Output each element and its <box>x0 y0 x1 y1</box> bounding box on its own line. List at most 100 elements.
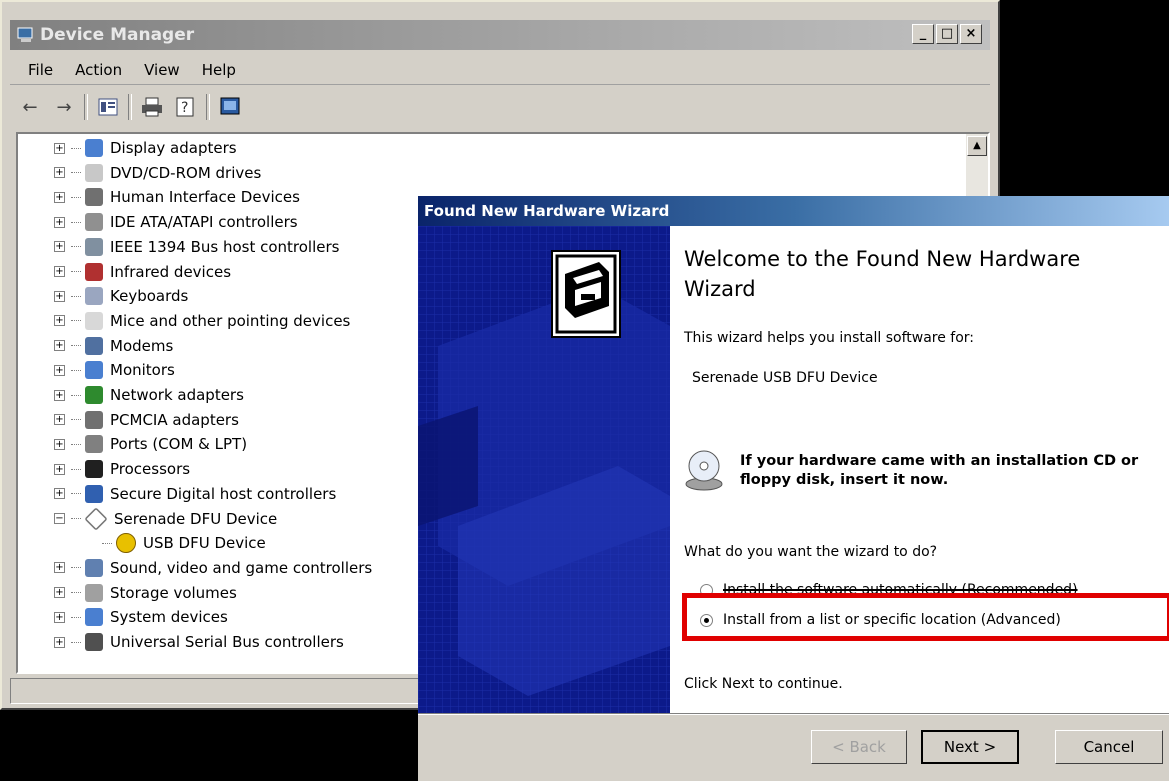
device-manager-title-bar[interactable]: Device Manager _ □ × <box>10 20 990 50</box>
wizard-intro: This wizard helps you install software f… <box>684 330 975 346</box>
warning-device-icon <box>116 533 136 554</box>
toolbar-separator <box>128 94 132 120</box>
scan-hardware-icon[interactable] <box>216 93 244 121</box>
tree-connector <box>71 221 81 223</box>
tree-item-label: Universal Serial Bus controllers <box>110 633 344 651</box>
network-adapter-icon <box>85 386 103 404</box>
close-button[interactable]: × <box>960 24 982 44</box>
toolbar-separator <box>84 94 88 120</box>
menu-file[interactable]: File <box>28 61 53 79</box>
menu-action[interactable]: Action <box>75 61 122 79</box>
tree-item-label: IEEE 1394 Bus host controllers <box>110 237 340 256</box>
tree-item[interactable]: + Keyboards <box>54 284 188 308</box>
expand-icon[interactable]: + <box>54 167 65 179</box>
device-manager-title: Device Manager <box>40 25 195 45</box>
expand-icon[interactable]: + <box>54 266 65 277</box>
processor-icon <box>85 460 103 479</box>
expand-icon[interactable]: + <box>54 142 65 154</box>
tree-item[interactable]: + Processors <box>54 457 190 481</box>
tree-item[interactable]: USB DFU Device <box>102 531 266 555</box>
tree-item[interactable]: + Human Interface Devices <box>54 185 300 209</box>
sound-icon <box>85 558 103 577</box>
tree-item-label: Processors <box>110 460 191 479</box>
tree-item[interactable]: + Storage volumes <box>54 581 237 605</box>
tree-item[interactable]: + Ports (COM & LPT) <box>54 432 247 456</box>
expand-icon[interactable]: + <box>54 463 65 475</box>
tree-item[interactable]: + Modems <box>54 334 173 358</box>
tree-item[interactable]: + Monitors <box>54 358 175 382</box>
tree-item[interactable]: + Sound, video and game controllers <box>54 556 372 580</box>
expand-icon[interactable]: + <box>54 290 65 302</box>
wizard-title-bar[interactable]: Found New Hardware Wizard <box>418 196 1169 226</box>
collapse-icon[interactable]: − <box>54 513 65 524</box>
scroll-up-button[interactable]: ▲ <box>967 136 987 156</box>
tree-item[interactable]: + IEEE 1394 Bus host controllers <box>54 235 339 259</box>
tree-item[interactable]: + Secure Digital host controllers <box>54 482 336 506</box>
expand-icon[interactable]: + <box>54 611 65 623</box>
tree-item[interactable]: + Network adapters <box>54 383 244 407</box>
system-device-icon <box>85 608 103 627</box>
expand-icon[interactable]: + <box>54 241 65 253</box>
modem-icon <box>85 336 103 355</box>
tree-connector <box>71 369 81 371</box>
maximize-button[interactable]: □ <box>936 24 958 44</box>
desktop-background-bottom <box>0 710 418 781</box>
wizard-title: Found New Hardware Wizard <box>424 202 670 220</box>
unknown-device-icon <box>84 506 108 531</box>
tree-item[interactable]: + Infrared devices <box>54 260 231 284</box>
back-arrow-icon[interactable]: ← <box>16 93 44 121</box>
cd-icon <box>684 448 724 492</box>
forward-arrow-icon[interactable]: → <box>50 93 78 121</box>
tree-item[interactable]: + IDE ATA/ATAPI controllers <box>54 210 298 234</box>
wizard-question: What do you want the wizard to do? <box>684 544 938 560</box>
expand-icon[interactable]: + <box>54 191 65 203</box>
cancel-button[interactable]: Cancel <box>1055 730 1163 764</box>
tree-connector <box>71 616 81 618</box>
expand-icon[interactable]: + <box>54 562 65 574</box>
expand-icon[interactable]: + <box>54 414 65 426</box>
menu-help[interactable]: Help <box>202 61 236 79</box>
tree-item-label: Storage volumes <box>110 583 237 602</box>
expand-icon[interactable]: + <box>54 587 65 599</box>
ieee1394-icon <box>85 237 103 256</box>
tree-item-label: Serenade DFU Device <box>114 509 278 528</box>
help-icon[interactable]: ? <box>172 93 200 121</box>
toolbar: ← → ? <box>10 88 990 126</box>
tree-item[interactable]: − Serenade DFU Device <box>54 506 278 531</box>
tree-item[interactable]: + Display adapters <box>54 136 237 160</box>
status-bar <box>10 678 422 704</box>
tree-item-label: Display adapters <box>110 139 237 157</box>
pcmcia-icon <box>85 410 103 429</box>
properties-icon[interactable] <box>94 93 122 121</box>
tree-item-label: Keyboards <box>110 287 189 306</box>
usb-icon <box>85 633 103 651</box>
expand-icon[interactable]: + <box>54 364 65 376</box>
expand-icon[interactable]: + <box>54 315 65 327</box>
tree-item[interactable]: + PCMCIA adapters <box>54 408 239 432</box>
tree-item[interactable]: + System devices <box>54 605 228 629</box>
display-adapter-icon <box>85 139 103 157</box>
tree-item-label: Ports (COM & LPT) <box>110 435 248 454</box>
minimize-button[interactable]: _ <box>912 24 934 44</box>
tree-item[interactable]: + DVD/CD-ROM drives <box>54 161 261 185</box>
next-button[interactable]: Next > <box>921 730 1019 764</box>
tree-connector <box>71 295 81 297</box>
expand-icon[interactable]: + <box>54 389 65 401</box>
tree-item[interactable]: + Universal Serial Bus controllers <box>54 630 344 654</box>
tree-connector <box>71 419 81 421</box>
expand-icon[interactable]: + <box>54 438 65 450</box>
back-button[interactable]: < Back <box>811 730 907 764</box>
tree-connector <box>71 493 81 495</box>
expand-icon[interactable]: + <box>54 636 65 648</box>
tree-item-label: PCMCIA adapters <box>110 410 239 429</box>
caption-buttons: _ □ × <box>912 24 982 44</box>
computer-icon <box>17 27 33 42</box>
expand-icon[interactable]: + <box>54 488 65 500</box>
expand-icon[interactable]: + <box>54 216 65 228</box>
expand-icon[interactable]: + <box>54 340 65 352</box>
tree-connector <box>71 147 81 149</box>
dvd-drive-icon <box>85 163 103 182</box>
tree-item[interactable]: + Mice and other pointing devices <box>54 309 350 333</box>
menu-view[interactable]: View <box>144 61 180 79</box>
print-icon[interactable] <box>138 93 166 121</box>
